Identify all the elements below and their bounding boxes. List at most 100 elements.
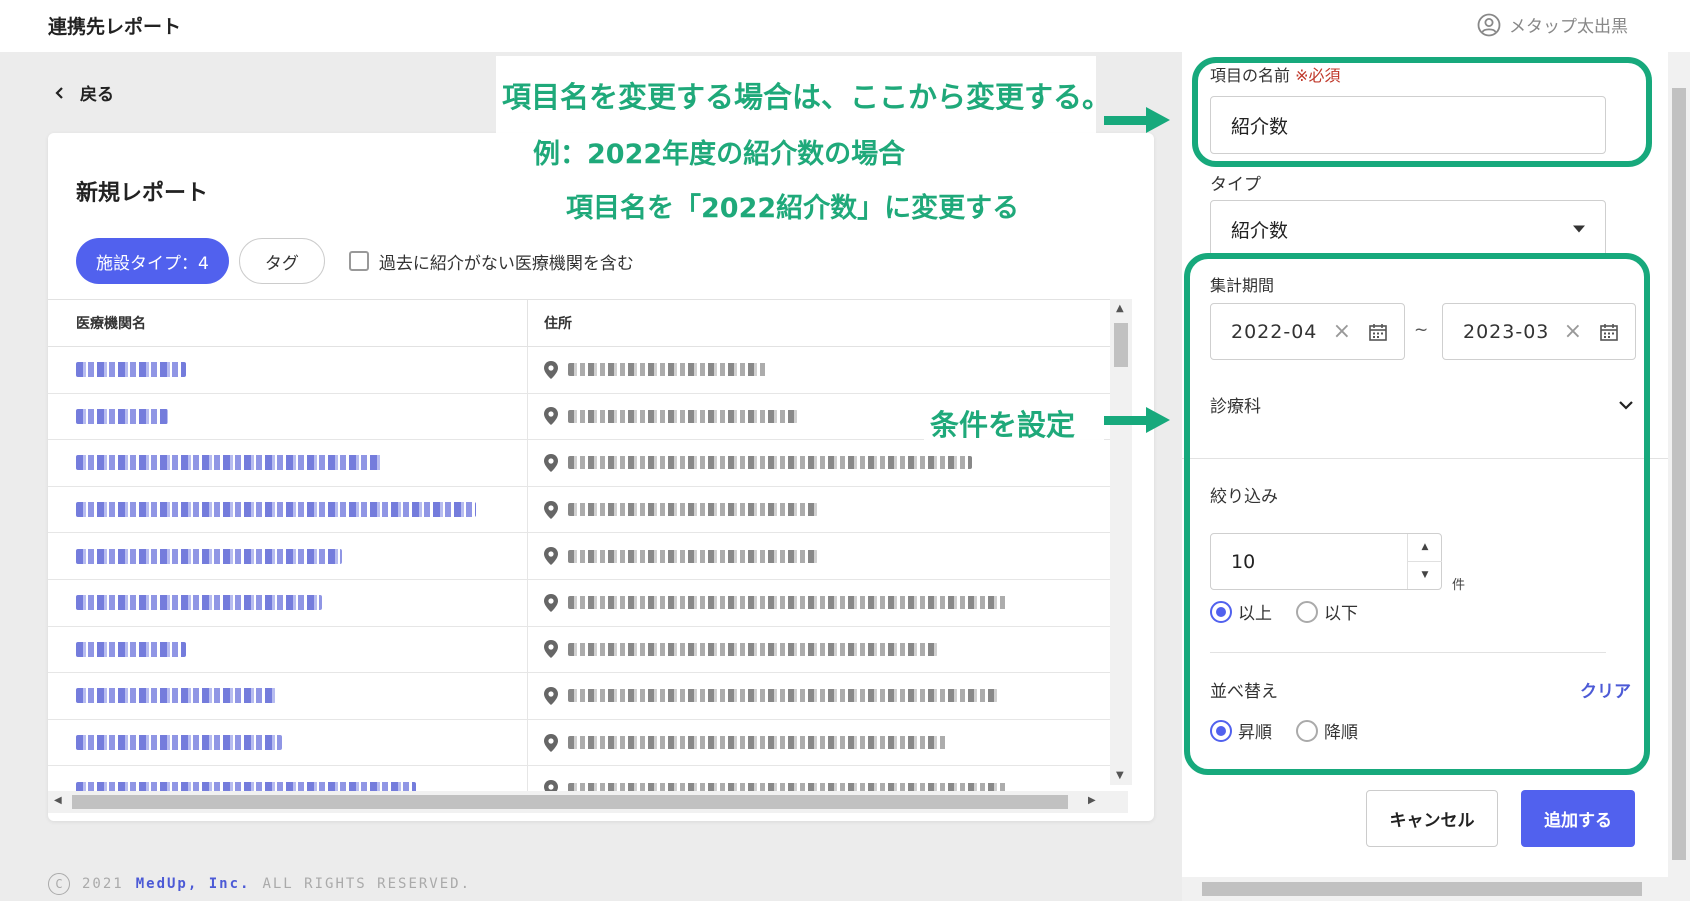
scroll-left-arrow-icon[interactable]: ◀ bbox=[54, 795, 62, 806]
table-row[interactable] bbox=[48, 486, 1128, 534]
footer-brand: MedUp, Inc. bbox=[135, 876, 251, 892]
footer: C 2021 MedUp, Inc. ALL RIGHTS RESERVED. bbox=[48, 873, 471, 895]
table-row[interactable] bbox=[48, 533, 1128, 580]
annotation-line-2: 例：2022年度の紹介数の場合 bbox=[533, 139, 906, 170]
footer-rights: ALL RIGHTS RESERVED. bbox=[262, 876, 472, 892]
back-label: 戻る bbox=[80, 85, 114, 105]
app-title: 連携先レポート bbox=[48, 16, 182, 38]
arrow-right-icon bbox=[1104, 107, 1170, 133]
redacted-address bbox=[568, 736, 948, 750]
redacted-address bbox=[568, 642, 938, 656]
address-cell bbox=[528, 720, 1128, 766]
address-cell bbox=[528, 580, 1128, 626]
include-no-referral-label: 過去に紹介がない医療機関を含む bbox=[378, 253, 634, 274]
table-row[interactable] bbox=[48, 347, 1128, 394]
back-link[interactable]: 戻る bbox=[54, 80, 114, 105]
location-pin-icon bbox=[544, 500, 558, 519]
column-header-name[interactable]: 医療機関名 bbox=[48, 300, 528, 346]
annotation-condition: 条件を設定 bbox=[930, 408, 1076, 442]
table-header: 医療機関名 住所 bbox=[48, 299, 1128, 347]
address-cell bbox=[528, 627, 1128, 673]
address-cell bbox=[528, 440, 1128, 486]
scroll-thumb[interactable] bbox=[72, 795, 1068, 809]
institution-table: 医療機関名 住所 bbox=[48, 299, 1128, 813]
redacted-institution-name[interactable] bbox=[76, 455, 382, 471]
redacted-institution-name[interactable] bbox=[76, 548, 342, 564]
annotation-line-1: 項目名を変更する場合は、ここから変更する。 bbox=[502, 80, 1112, 114]
user-name: メタップ太出黒 bbox=[1509, 17, 1628, 37]
redacted-institution-name[interactable] bbox=[76, 502, 476, 518]
table-row[interactable] bbox=[48, 719, 1128, 767]
institution-name-cell[interactable] bbox=[48, 440, 528, 486]
user-menu[interactable]: メタップ太出黒 bbox=[1477, 12, 1628, 37]
table-row[interactable] bbox=[48, 626, 1128, 674]
scroll-down-arrow-icon[interactable]: ▼ bbox=[1116, 770, 1124, 781]
redacted-address bbox=[568, 409, 798, 423]
dropdown-arrow-icon bbox=[1573, 225, 1585, 233]
scroll-thumb[interactable] bbox=[1202, 882, 1642, 896]
annotation-line-3: 項目名を「2022紹介数」に変更する bbox=[566, 193, 1020, 224]
highlight-box-item-name bbox=[1192, 57, 1652, 167]
redacted-address bbox=[568, 549, 818, 563]
location-pin-icon bbox=[544, 686, 558, 705]
location-pin-icon bbox=[544, 593, 558, 612]
panel-vertical-scrollbar[interactable] bbox=[1668, 52, 1690, 901]
copyright-year: 2021 bbox=[82, 876, 124, 892]
column-header-address[interactable]: 住所 bbox=[528, 300, 1128, 346]
highlight-box-conditions bbox=[1184, 253, 1650, 775]
redacted-address bbox=[568, 596, 1008, 610]
address-cell bbox=[528, 533, 1128, 579]
institution-name-cell[interactable] bbox=[48, 579, 528, 626]
redacted-address bbox=[568, 456, 972, 470]
report-card: 新規レポート 施設タイプ：4 タグ 過去に紹介がない医療機関を含む 医療機関名 … bbox=[48, 133, 1154, 821]
location-pin-icon bbox=[544, 407, 558, 426]
scroll-up-arrow-icon[interactable]: ▲ bbox=[1116, 303, 1124, 314]
institution-name-cell[interactable] bbox=[48, 486, 528, 533]
add-button[interactable]: 追加する bbox=[1521, 790, 1635, 847]
user-icon bbox=[1477, 13, 1501, 36]
location-pin-icon bbox=[544, 453, 558, 472]
checkbox-box[interactable] bbox=[348, 251, 369, 271]
scroll-thumb[interactable] bbox=[1114, 323, 1128, 367]
scroll-right-arrow-icon[interactable]: ▶ bbox=[1088, 795, 1096, 806]
redacted-address bbox=[568, 503, 818, 517]
arrow-right-icon bbox=[1104, 407, 1170, 433]
institution-name-cell[interactable] bbox=[48, 533, 528, 579]
filter-bar: 施設タイプ：4 タグ 過去に紹介がない医療機関を含む bbox=[76, 238, 634, 284]
facility-type-filter-button[interactable]: 施設タイプ：4 bbox=[76, 238, 229, 284]
include-no-referral-checkbox[interactable]: 過去に紹介がない医療機関を含む bbox=[348, 249, 634, 274]
type-select[interactable]: 紹介数 bbox=[1210, 200, 1606, 258]
scroll-thumb[interactable] bbox=[1672, 88, 1686, 860]
address-cell bbox=[528, 487, 1128, 533]
redacted-institution-name[interactable] bbox=[76, 735, 282, 751]
table-horizontal-scrollbar[interactable]: ◀ ▶ bbox=[48, 791, 1128, 813]
cancel-button[interactable]: キャンセル bbox=[1366, 790, 1498, 847]
type-label: タイプ bbox=[1210, 175, 1261, 195]
tag-filter-button[interactable]: タグ bbox=[238, 238, 325, 284]
redacted-address bbox=[568, 689, 998, 703]
institution-name-cell[interactable] bbox=[48, 393, 528, 440]
redacted-institution-name[interactable] bbox=[76, 595, 322, 611]
location-pin-icon bbox=[544, 640, 558, 659]
table-row[interactable] bbox=[48, 440, 1128, 487]
institution-name-cell[interactable] bbox=[48, 719, 528, 766]
redacted-institution-name[interactable] bbox=[76, 362, 186, 378]
institution-name-cell[interactable] bbox=[48, 673, 528, 719]
table-row[interactable] bbox=[48, 673, 1128, 720]
chevron-left-icon bbox=[55, 86, 63, 99]
table-vertical-scrollbar[interactable]: ▲ ▼ bbox=[1110, 299, 1132, 785]
table-row[interactable] bbox=[48, 579, 1128, 627]
location-pin-icon bbox=[544, 547, 558, 566]
institution-name-cell[interactable] bbox=[48, 626, 528, 673]
redacted-institution-name[interactable] bbox=[76, 641, 186, 657]
redacted-address bbox=[568, 363, 768, 377]
institution-name-cell[interactable] bbox=[48, 347, 528, 393]
redacted-institution-name[interactable] bbox=[76, 688, 276, 704]
address-cell bbox=[528, 347, 1128, 393]
address-cell bbox=[528, 673, 1128, 719]
location-pin-icon bbox=[544, 733, 558, 752]
panel-horizontal-scrollbar[interactable] bbox=[1182, 877, 1668, 901]
report-title: 新規レポート bbox=[76, 181, 209, 206]
type-select-value: 紹介数 bbox=[1231, 219, 1289, 242]
redacted-institution-name[interactable] bbox=[76, 408, 168, 424]
